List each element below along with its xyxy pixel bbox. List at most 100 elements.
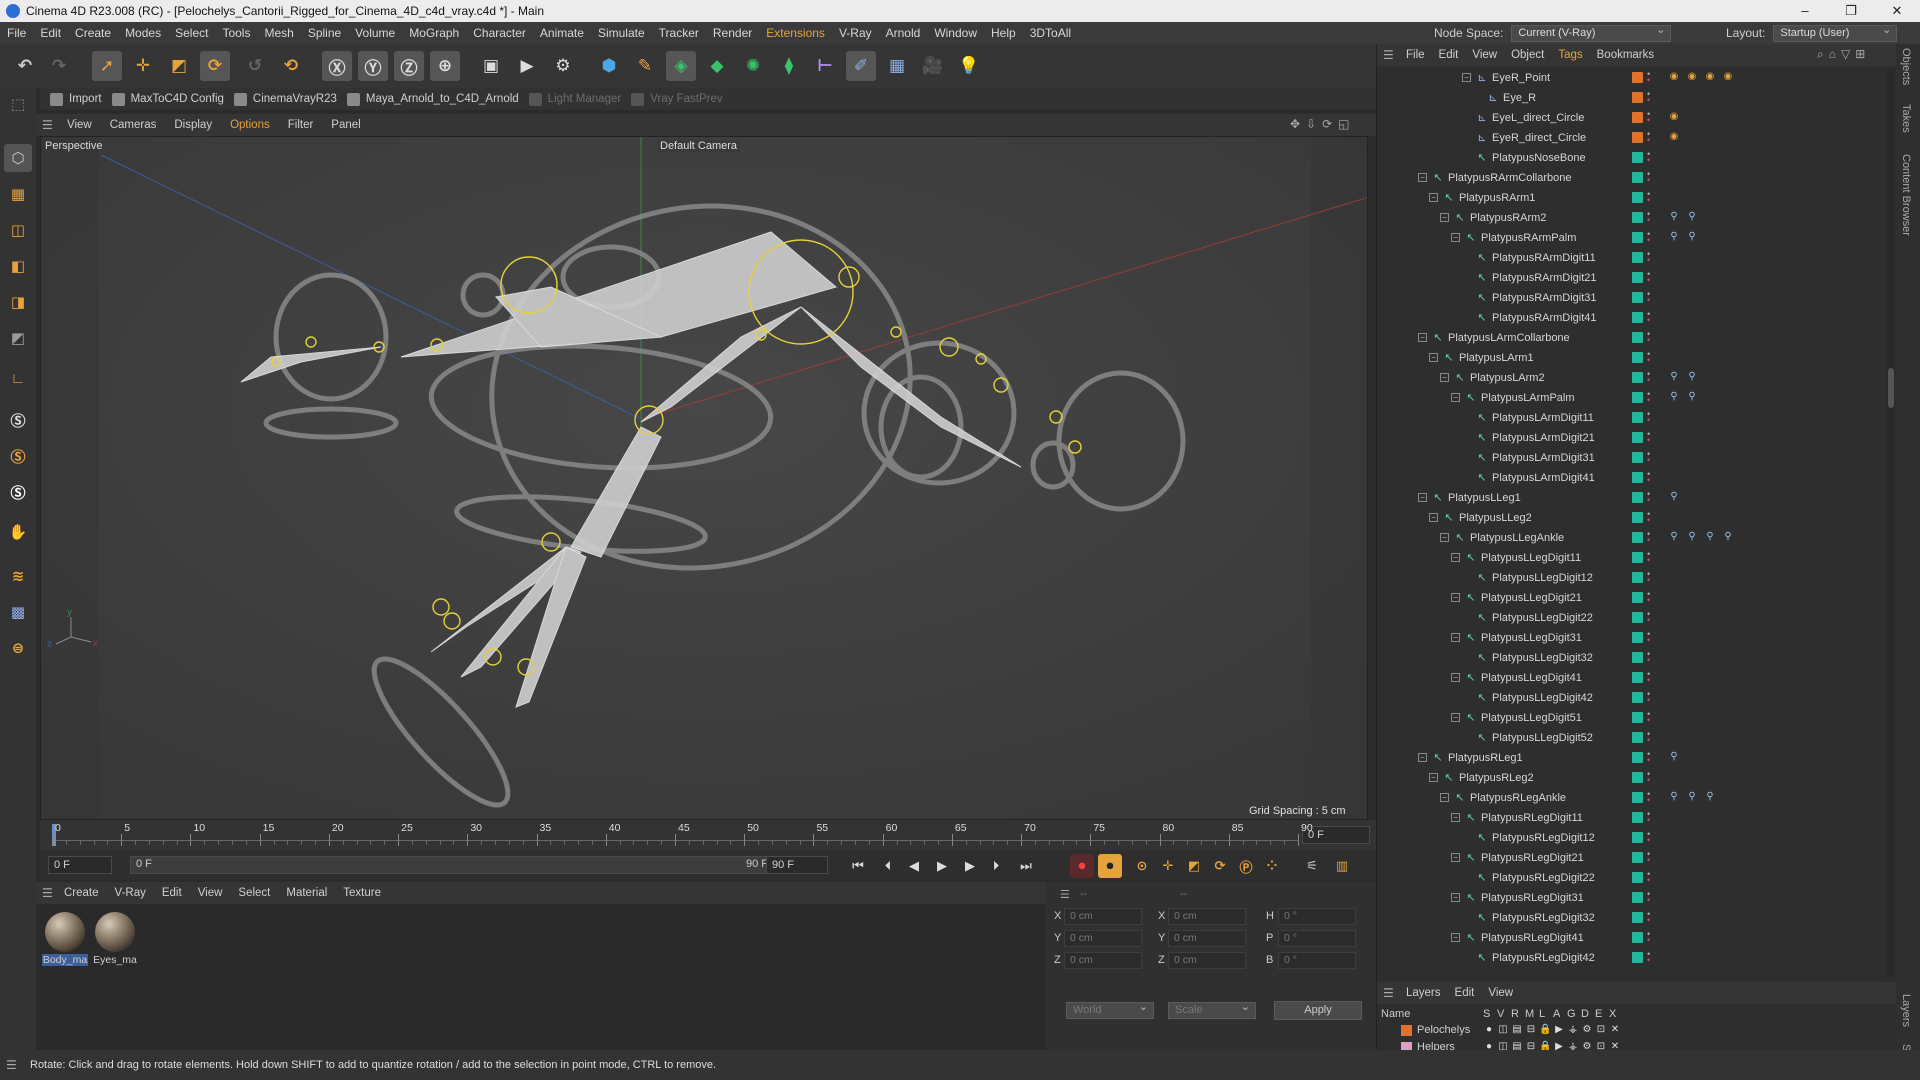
- material-menu-material[interactable]: Material: [278, 887, 335, 899]
- goto-start-icon[interactable]: ⏮: [848, 856, 868, 876]
- side-tab-objects[interactable]: Objects: [1900, 48, 1912, 85]
- coord-field-a[interactable]: 0 cm: [1064, 930, 1142, 947]
- recent-tool-icon[interactable]: ↺: [240, 51, 270, 81]
- expand-toggle-icon[interactable]: −: [1451, 633, 1460, 642]
- layer-color-swatch[interactable]: [1632, 612, 1643, 623]
- layer-toggle-icon[interactable]: ✕: [1609, 1024, 1621, 1036]
- layer-color-swatch[interactable]: [1632, 452, 1643, 463]
- hamburger-icon[interactable]: ☰: [1377, 986, 1399, 1000]
- record-keys-icon[interactable]: ⏺: [1070, 854, 1094, 878]
- object-row[interactable]: ⊾ Eye_R • •: [1377, 88, 1887, 108]
- expand-toggle-icon[interactable]: −: [1451, 813, 1460, 822]
- apply-button[interactable]: Apply: [1274, 1001, 1362, 1020]
- visibility-dots[interactable]: • •: [1647, 830, 1651, 845]
- object-row[interactable]: − ↖ PlatypusRLegAnkle • • ⚲ ⚲ ⚲: [1377, 788, 1887, 808]
- layer-toggle-icon[interactable]: ●: [1483, 1024, 1495, 1036]
- tweak-mode-icon[interactable]: ✋: [4, 518, 32, 546]
- layer-color-swatch[interactable]: [1632, 92, 1643, 103]
- coordinate-system-icon[interactable]: ⊕: [430, 51, 460, 81]
- visibility-dots[interactable]: • •: [1647, 670, 1651, 685]
- layer-color-swatch[interactable]: [1632, 412, 1643, 423]
- 3d-viewport[interactable]: y x z Perspective Default Camera Grid Sp…: [40, 136, 1368, 820]
- menu-v-ray[interactable]: V-Ray: [832, 26, 879, 40]
- visibility-dots[interactable]: • •: [1647, 510, 1651, 525]
- object-row[interactable]: − ↖ PlatypusLArm2 • • ⚲ ⚲: [1377, 368, 1887, 388]
- world-dropdown[interactable]: World: [1066, 1000, 1154, 1019]
- expand-toggle-icon[interactable]: −: [1451, 553, 1460, 562]
- camera-label[interactable]: Default Camera: [657, 140, 741, 152]
- side-tab-content-browser[interactable]: Content Browser: [1900, 154, 1912, 236]
- ik-tag-icon[interactable]: ◉: [1667, 131, 1681, 145]
- ik-tag-icon[interactable]: ⚲: [1667, 211, 1681, 225]
- hamburger-icon[interactable]: ☰: [36, 886, 56, 900]
- layer-color-swatch[interactable]: [1632, 192, 1643, 203]
- visibility-dots[interactable]: • •: [1647, 90, 1651, 105]
- layer-color-swatch[interactable]: [1632, 312, 1643, 323]
- expand-toggle-icon[interactable]: −: [1451, 673, 1460, 682]
- points-mode-icon[interactable]: ◫: [4, 216, 32, 244]
- expand-toggle-icon[interactable]: −: [1462, 73, 1471, 82]
- expand-toggle-icon[interactable]: −: [1429, 193, 1438, 202]
- expand-toggle-icon[interactable]: −: [1451, 713, 1460, 722]
- object-row[interactable]: ↖ PlatypusRArmDigit41 • •: [1377, 308, 1887, 328]
- ik-tag-icon[interactable]: ◉: [1685, 71, 1699, 85]
- ik-tag-icon[interactable]: ◉: [1721, 71, 1735, 85]
- ik-tag-icon[interactable]: ⚲: [1685, 231, 1699, 245]
- expand-toggle-icon[interactable]: −: [1451, 233, 1460, 242]
- object-row[interactable]: ↖ PlatypusRArmDigit11 • •: [1377, 248, 1887, 268]
- object-row[interactable]: ↖ PlatypusLLegDigit22 • •: [1377, 608, 1887, 628]
- timeline-ruler[interactable]: 0 F 0 5 10 15 20 25 30 35 40 45 50 55 60 65 70 75 80 85 90: [40, 820, 1376, 850]
- mograph-cloner-icon[interactable]: ✺: [738, 51, 768, 81]
- viewport-nav-icons[interactable]: ✥⇩⟳◱: [1290, 117, 1356, 131]
- range-slider[interactable]: [130, 856, 780, 874]
- expand-toggle-icon[interactable]: −: [1440, 213, 1449, 222]
- menu-help[interactable]: Help: [984, 26, 1023, 40]
- workplane-icon[interactable]: ≋: [4, 562, 32, 590]
- menu-create[interactable]: Create: [68, 26, 118, 40]
- menu-volume[interactable]: Volume: [348, 26, 402, 40]
- visibility-dots[interactable]: • •: [1647, 430, 1651, 445]
- menu-mesh[interactable]: Mesh: [257, 26, 300, 40]
- floor-icon[interactable]: ▦: [882, 51, 912, 81]
- visibility-dots[interactable]: • •: [1647, 210, 1651, 225]
- object-row[interactable]: ↖ PlatypusLLegDigit12 • •: [1377, 568, 1887, 588]
- object-row[interactable]: ↖ PlatypusRArmDigit31 • •: [1377, 288, 1887, 308]
- layer-color-swatch[interactable]: [1632, 852, 1643, 863]
- expand-toggle-icon[interactable]: −: [1429, 353, 1438, 362]
- object-row[interactable]: ↖ PlatypusLLegDigit32 • •: [1377, 648, 1887, 668]
- visibility-dots[interactable]: • •: [1647, 690, 1651, 705]
- keyframe-selection-icon[interactable]: ⊙: [1130, 854, 1154, 878]
- object-row[interactable]: ↖ PlatypusRLegDigit42 • •: [1377, 948, 1887, 968]
- axis-mode-icon[interactable]: ∟: [4, 364, 32, 392]
- viewport-menu-panel[interactable]: Panel: [322, 119, 369, 131]
- viewport-menu-view[interactable]: View: [58, 119, 101, 131]
- ik-tag-icon[interactable]: ⚲: [1667, 231, 1681, 245]
- ik-tag-icon[interactable]: ⚲: [1685, 211, 1699, 225]
- scheme-icon[interactable]: ⚟: [1300, 854, 1324, 878]
- minimize-button[interactable]: –: [1782, 0, 1828, 22]
- z-axis-lock-icon[interactable]: Ⓩ: [394, 51, 424, 81]
- hamburger-icon[interactable]: ☰: [1060, 888, 1070, 901]
- close-button[interactable]: ✕: [1874, 0, 1920, 22]
- ik-tag-icon[interactable]: ⚲: [1685, 391, 1699, 405]
- scale-tool-icon[interactable]: ◩: [164, 51, 194, 81]
- grid-icon[interactable]: ▩: [4, 598, 32, 626]
- locked-workplane-icon[interactable]: ⊜: [4, 634, 32, 662]
- visibility-dots[interactable]: • •: [1647, 170, 1651, 185]
- layer-color-swatch[interactable]: [1632, 112, 1643, 123]
- visibility-dots[interactable]: • •: [1647, 710, 1651, 725]
- material-menu-select[interactable]: Select: [230, 887, 278, 899]
- layer-color-swatch[interactable]: [1632, 432, 1643, 443]
- spline-pen-icon[interactable]: ✎: [630, 51, 660, 81]
- object-menu-tags[interactable]: Tags: [1551, 49, 1589, 61]
- rotate-tool-icon[interactable]: ⟳: [200, 51, 230, 81]
- material-menu-v-ray[interactable]: V-Ray: [107, 887, 154, 899]
- object-row[interactable]: − ↖ PlatypusRLegDigit21 • •: [1377, 848, 1887, 868]
- next-key-icon[interactable]: ⏵: [986, 856, 1006, 876]
- layer-color-swatch[interactable]: [1632, 632, 1643, 643]
- layer-color-swatch[interactable]: [1632, 272, 1643, 283]
- side-tab-layers[interactable]: Layers: [1900, 994, 1912, 1027]
- visibility-dots[interactable]: • •: [1647, 390, 1651, 405]
- layout-dropdown[interactable]: Startup (User): [1773, 23, 1898, 42]
- texture-mode-icon[interactable]: ▦: [4, 180, 32, 208]
